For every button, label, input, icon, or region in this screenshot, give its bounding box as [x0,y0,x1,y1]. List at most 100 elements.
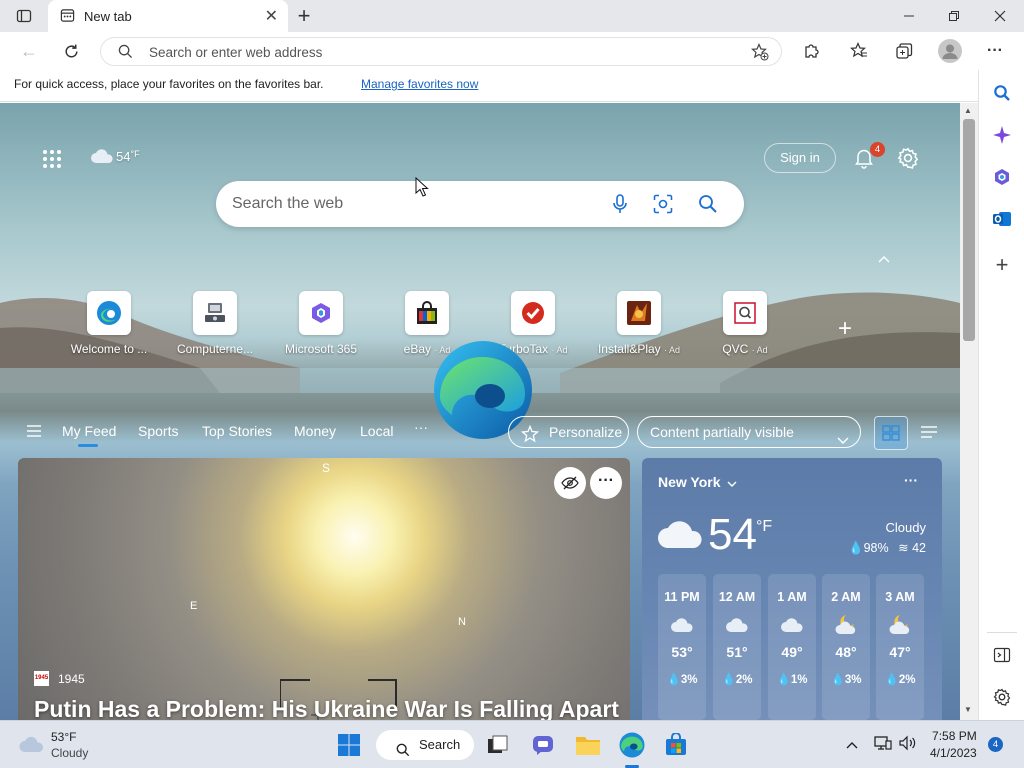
hour-precip: 💧1% [776,674,808,686]
city-dropdown-chevron-icon[interactable] [726,476,738,494]
turbotax-check-icon [511,291,555,335]
microphone-icon[interactable] [611,193,629,220]
file-explorer-icon[interactable] [572,729,604,761]
task-view-icon[interactable] [482,729,514,761]
sidebar-search-icon[interactable] [991,82,1013,104]
taskbar-weather-widget[interactable]: 53°F Cloudy [18,729,138,763]
wind-value: 42 [912,541,926,555]
quick-link-microsoft-365[interactable]: Microsoft 365 [268,291,374,356]
hourly-forecast-item[interactable]: 1 AM 49° 💧1% [768,574,816,720]
hourly-forecast-item[interactable]: 12 AM 51° 💧2% [713,574,761,720]
quick-link-qvc[interactable]: QVC · Ad [692,291,798,356]
favorites-icon[interactable] [848,40,870,62]
feed-tab-money[interactable]: Money [294,423,336,439]
weather-temp-unit: °F [756,518,773,535]
new-tab-button[interactable]: + [294,3,314,28]
ntp-weather[interactable]: 54 °F [90,148,140,164]
hourly-forecast-item[interactable]: 11 PM 53° 💧3% [658,574,706,720]
news-headline[interactable]: Putin Has a Problem: His Ukraine War Is … [34,696,619,720]
manage-favorites-link[interactable]: Manage favorites now [361,77,478,91]
search-submit-icon[interactable] [698,194,718,219]
cloud-icon [91,149,113,163]
story-more-options-icon[interactable]: ··· [590,467,622,499]
sidebar-copilot-icon[interactable] [991,124,1013,146]
collapse-chevron-icon[interactable] [877,253,891,267]
feed-menu-icon[interactable] [26,424,42,443]
visual-search-icon[interactable] [653,194,673,219]
refresh-icon[interactable] [60,40,82,62]
scroll-up-icon[interactable]: ▲ [964,106,972,115]
personalize-button[interactable]: Personalize [508,416,629,448]
volume-icon[interactable] [899,735,917,756]
back-icon[interactable]: ← [18,40,40,62]
collections-icon[interactable] [893,40,915,62]
teams-chat-icon[interactable] [527,729,559,761]
add-quick-link-icon[interactable]: + [838,315,852,343]
weather-more-options[interactable]: ··· [904,472,918,488]
microsoft-365-icon [299,291,343,335]
content-visibility-dropdown[interactable]: Content partially visible [637,416,861,448]
search-icon [118,44,133,64]
settings-more-icon[interactable]: ··· [984,40,1006,62]
network-icon[interactable] [874,735,892,756]
computer-network-icon [193,291,237,335]
feed-tabs-more[interactable]: ··· [414,419,428,435]
edge-sidebar: + [978,70,1024,720]
edge-taskbar-icon[interactable] [616,729,648,768]
taskbar-search[interactable]: Search [376,730,474,760]
microsoft-store-icon[interactable] [660,729,692,761]
show-hidden-icons-chevron[interactable] [846,737,858,755]
add-favorite-icon[interactable] [751,43,769,66]
quick-link-welcome[interactable]: Welcome to ... [56,291,162,356]
page-settings-gear-icon[interactable] [897,147,919,174]
profile-avatar[interactable] [938,39,962,63]
start-button-icon[interactable] [333,729,365,761]
feed-tab-sports[interactable]: Sports [138,423,178,439]
sidebar-add-icon[interactable]: + [991,252,1013,277]
hour-temp: 53° [671,644,693,660]
quick-link-install-play[interactable]: Install&Play · Ad [586,291,692,356]
tab-new-tab[interactable]: New tab ✕ [48,0,288,32]
address-bar[interactable]: Search or enter web address [100,37,782,66]
quick-link-computernetworking[interactable]: Computerne... [162,291,268,356]
sidebar-hide-icon[interactable] [991,644,1013,666]
favorites-bar: For quick access, place your favorites o… [0,70,978,102]
page-scrollbar[interactable]: ▲ ▼ [960,103,978,720]
news-hero-card[interactable]: S E N ··· 1945 1945 Putin Has a Problem:… [18,458,630,720]
favorites-bar-hint: For quick access, place your favorites o… [14,77,324,91]
apps-launcher-icon[interactable] [42,149,62,174]
list-layout-icon[interactable] [920,425,938,444]
hourly-forecast-item[interactable]: 3 AM 47° 💧2% [876,574,924,720]
weather-card[interactable]: New York ··· 54 °F Cloudy 💧98% ≋ 42 11 P… [642,458,942,720]
feed-tab-my-feed[interactable]: My Feed [62,423,116,439]
compass-mark-left: E [190,600,198,612]
sign-in-button[interactable]: Sign in [764,143,836,173]
windows-taskbar: 53°F Cloudy Search 7:58 PM 4/1/2023 4 [0,720,1024,768]
feed-tab-local[interactable]: Local [360,423,393,439]
scroll-down-icon[interactable]: ▼ [964,705,972,714]
hourly-forecast-item[interactable]: 2 AM 48° 💧3% [822,574,870,720]
minimize-icon[interactable] [899,6,919,26]
close-tab-icon[interactable]: ✕ [265,6,278,26]
web-search-box[interactable]: Search the web [216,181,744,227]
taskbar-clock[interactable]: 7:58 PM 4/1/2023 [930,728,977,762]
sidebar-office-icon[interactable] [991,166,1013,188]
grid-layout-icon[interactable] [874,416,908,450]
sidebar-settings-icon[interactable] [991,686,1013,708]
hour-precip: 💧2% [721,674,753,686]
mouse-cursor-icon [415,177,429,197]
weather-city[interactable]: New York [658,474,721,490]
extensions-icon[interactable] [800,40,822,62]
ntp-weather-temp: 54 [116,148,131,164]
notification-center-badge[interactable]: 4 [988,737,1003,752]
sidebar-outlook-icon[interactable] [991,208,1013,230]
tab-actions-icon[interactable] [14,6,34,26]
close-window-icon[interactable] [990,6,1010,26]
hide-story-icon[interactable] [554,467,586,499]
notifications-bell-icon[interactable]: 4 [853,142,885,174]
hour-label: 2 AM [831,590,861,604]
hour-temp: 47° [889,644,911,660]
feed-tab-top-stories[interactable]: Top Stories [202,423,272,439]
scrollbar-thumb[interactable] [963,119,975,341]
restore-icon[interactable] [944,6,964,26]
